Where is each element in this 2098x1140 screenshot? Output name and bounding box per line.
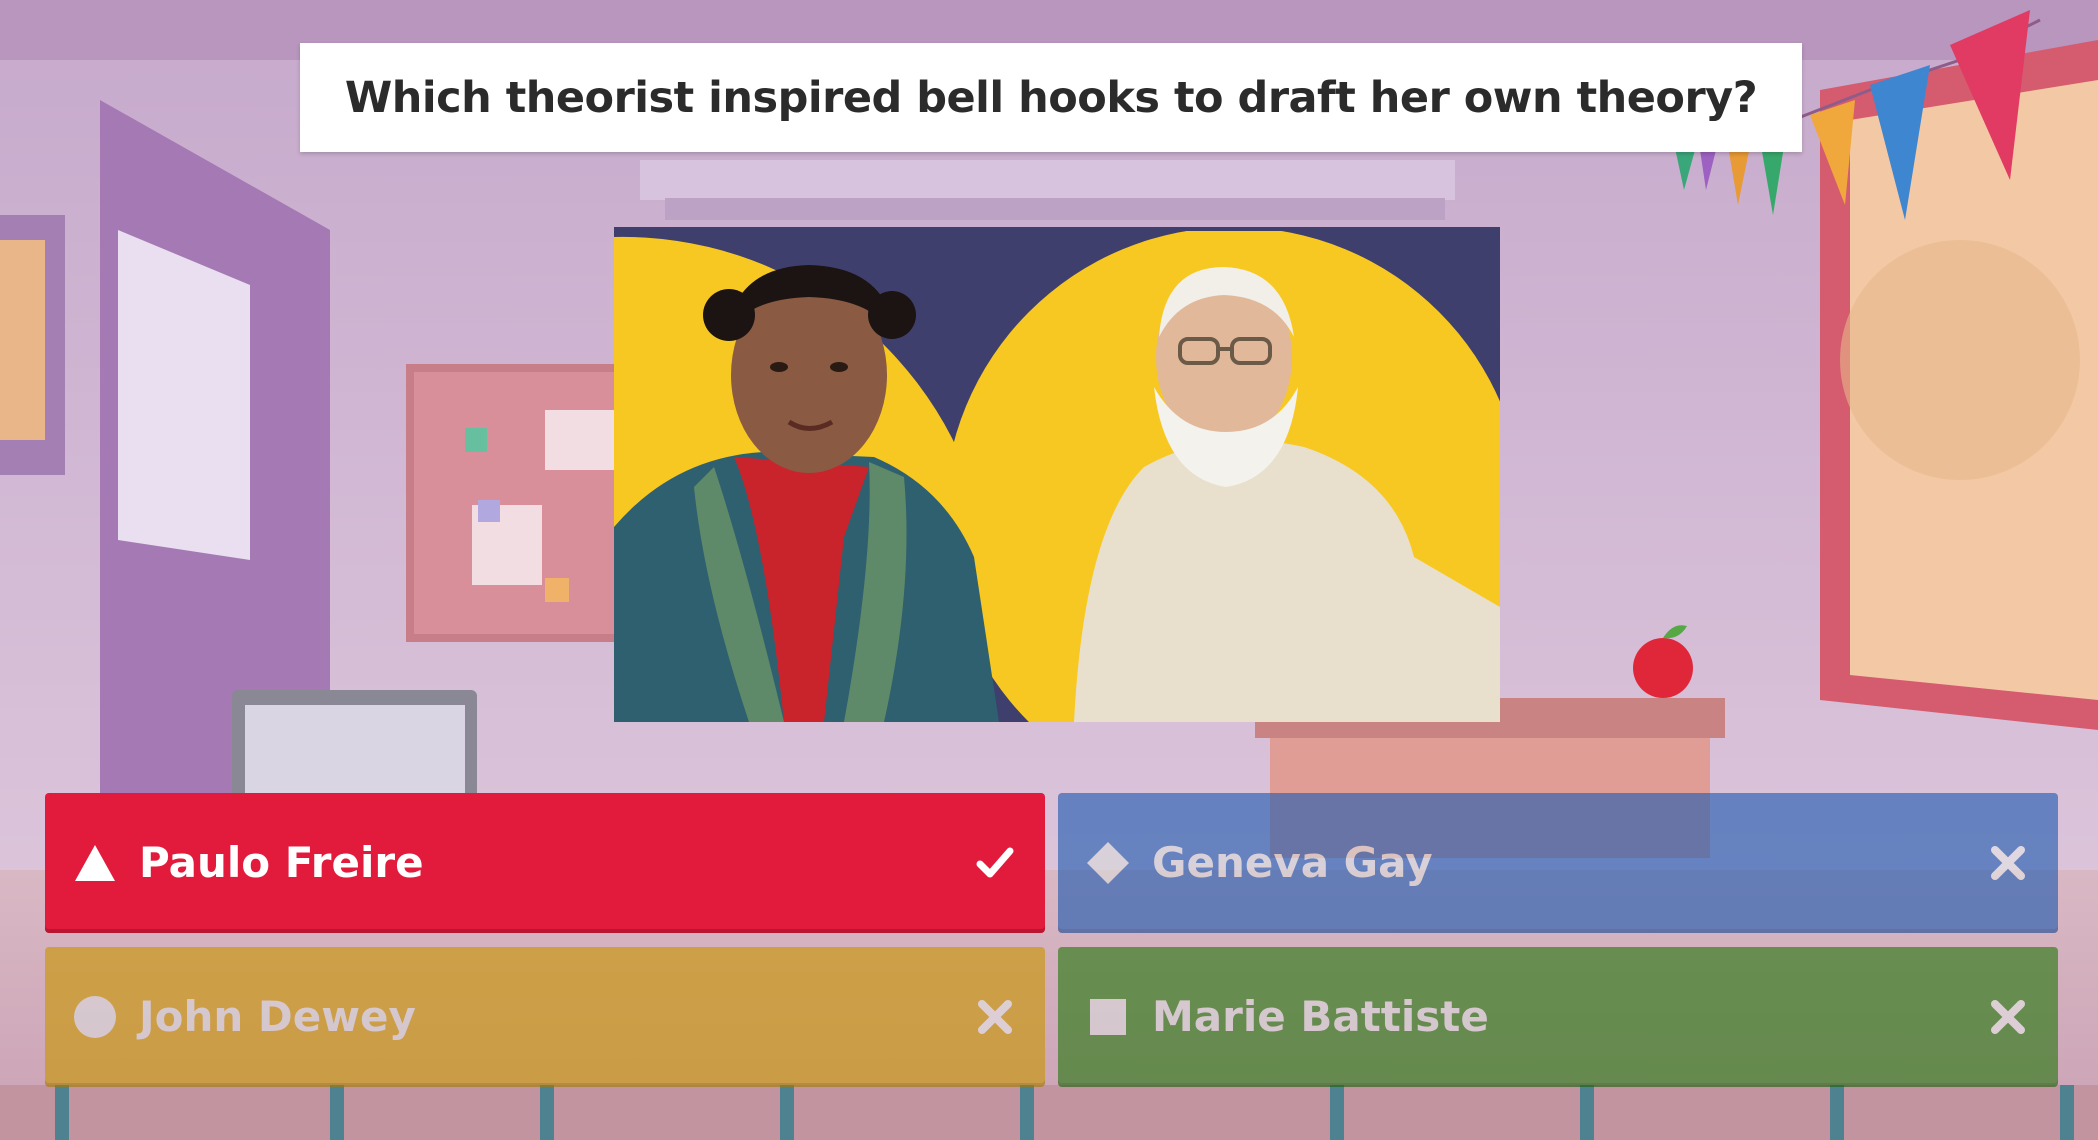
question-image [614,227,1500,722]
answer-option-3[interactable]: John Dewey [45,947,1045,1087]
answer-label: Geneva Gay [1152,838,1433,887]
question-banner: Which theorist inspired bell hooks to dr… [300,43,1802,152]
answer-label: Paulo Freire [139,838,424,887]
answer-label: Marie Battiste [1152,992,1489,1041]
check-icon [976,847,1014,878]
triangle-icon [75,845,115,881]
question-text: Which theorist inspired bell hooks to dr… [344,72,1758,123]
cross-icon [978,1000,1012,1034]
cross-icon [1991,846,2025,880]
cross-icon [1991,1000,2025,1034]
answer-option-2[interactable]: Geneva Gay [1058,793,2058,933]
diamond-icon [1087,842,1129,884]
answer-option-4[interactable]: Marie Battiste [1058,947,2058,1087]
answer-option-1[interactable]: Paulo Freire [45,793,1045,933]
answer-label: John Dewey [139,992,416,1041]
square-icon [1090,999,1126,1035]
circle-icon [74,996,116,1038]
